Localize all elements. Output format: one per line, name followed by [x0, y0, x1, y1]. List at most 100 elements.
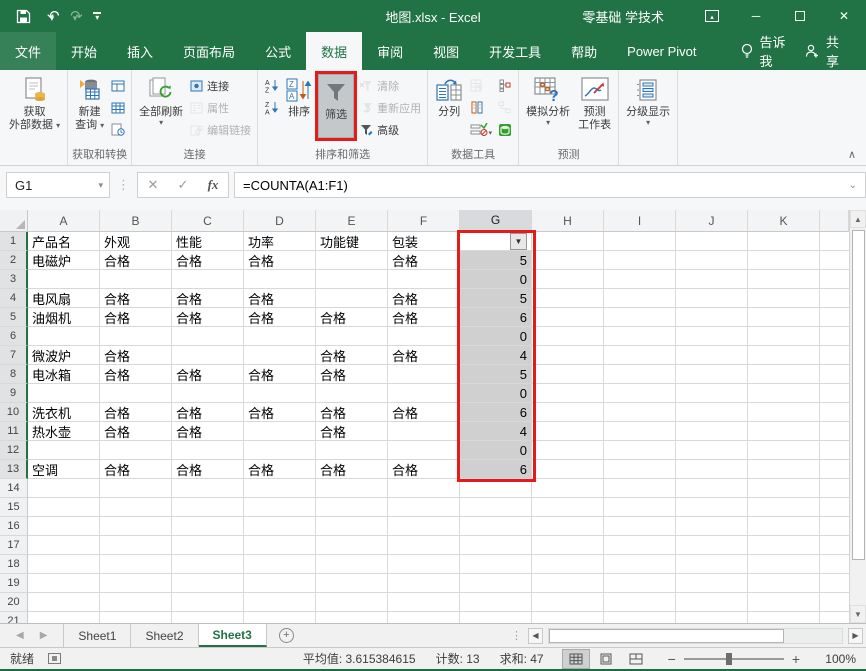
cell-E10[interactable]: 合格 — [316, 403, 388, 422]
tab-开发工具[interactable]: 开发工具 — [474, 32, 556, 70]
cell-B15[interactable] — [100, 498, 172, 517]
cell-C18[interactable] — [172, 555, 244, 574]
cell-G12[interactable]: 0 — [460, 441, 532, 460]
cell-partial[interactable] — [820, 593, 849, 612]
account-user-name[interactable]: 零基础 学技术 — [582, 7, 664, 26]
cell-B16[interactable] — [100, 517, 172, 536]
cell-I19[interactable] — [604, 574, 676, 593]
zoom-slider-thumb[interactable] — [726, 653, 732, 665]
cell-I3[interactable] — [604, 270, 676, 289]
scroll-left-icon[interactable]: ◀ — [528, 628, 543, 644]
data-validation-button[interactable]: ▾ — [467, 120, 495, 139]
cell-C4[interactable]: 合格 — [172, 289, 244, 308]
forecast-sheet-button[interactable]: 预测 工作表 — [574, 73, 615, 132]
cell-F3[interactable] — [388, 270, 460, 289]
cell-partial[interactable] — [820, 498, 849, 517]
row-header-6[interactable]: 6 — [0, 327, 28, 346]
cell-A10[interactable]: 洗衣机 — [28, 403, 100, 422]
cell-H7[interactable] — [532, 346, 604, 365]
cell-C19[interactable] — [172, 574, 244, 593]
row-header-7[interactable]: 7 — [0, 346, 28, 365]
cell-C16[interactable] — [172, 517, 244, 536]
tab-开始[interactable]: 开始 — [56, 32, 112, 70]
cell-E1[interactable]: 功能键 — [316, 232, 388, 251]
cell-D21[interactable] — [244, 612, 316, 623]
cell-H21[interactable] — [532, 612, 604, 623]
cell-B13[interactable]: 合格 — [100, 460, 172, 479]
cell-partial[interactable] — [820, 327, 849, 346]
splitter-dots-icon[interactable]: ⋮ — [511, 629, 523, 642]
cell-A21[interactable] — [28, 612, 100, 623]
cell-F20[interactable] — [388, 593, 460, 612]
cell-J11[interactable] — [676, 422, 748, 441]
page-layout-view-button[interactable] — [592, 649, 620, 669]
tell-me-button[interactable]: 告诉我 — [726, 32, 805, 70]
ribbon-display-options-icon[interactable]: ▴ — [690, 0, 734, 32]
text-to-columns-button[interactable]: 分列 — [431, 73, 467, 119]
cell-G3[interactable]: 0 — [460, 270, 532, 289]
cell-J13[interactable] — [676, 460, 748, 479]
cell-K17[interactable] — [748, 536, 820, 555]
cell-partial[interactable] — [820, 251, 849, 270]
cell-G9[interactable]: 0 — [460, 384, 532, 403]
cell-H20[interactable] — [532, 593, 604, 612]
cell-D4[interactable]: 合格 — [244, 289, 316, 308]
cell-J2[interactable] — [676, 251, 748, 270]
cell-I4[interactable] — [604, 289, 676, 308]
cell-B1[interactable]: 外观 — [100, 232, 172, 251]
next-sheet-icon[interactable]: ▶ — [40, 630, 48, 641]
cell-K3[interactable] — [748, 270, 820, 289]
cell-E11[interactable]: 合格 — [316, 422, 388, 441]
new-sheet-button[interactable]: + — [267, 624, 306, 647]
cell-J8[interactable] — [676, 365, 748, 384]
cell-K1[interactable] — [748, 232, 820, 251]
cell-E12[interactable] — [316, 441, 388, 460]
cell-F16[interactable] — [388, 517, 460, 536]
cell-C6[interactable] — [172, 327, 244, 346]
cell-I13[interactable] — [604, 460, 676, 479]
sheet-tab-Sheet1[interactable]: Sheet1 — [64, 624, 131, 647]
tab-插入[interactable]: 插入 — [112, 32, 168, 70]
cell-E13[interactable]: 合格 — [316, 460, 388, 479]
cell-E8[interactable]: 合格 — [316, 365, 388, 384]
formula-input[interactable]: =COUNTA(A1:F1) ⌄ — [234, 172, 866, 198]
cell-G1[interactable]: ▼ — [460, 232, 532, 251]
cell-F19[interactable] — [388, 574, 460, 593]
row-header-18[interactable]: 18 — [0, 555, 28, 574]
cell-I15[interactable] — [604, 498, 676, 517]
row-header-15[interactable]: 15 — [0, 498, 28, 517]
cell-F17[interactable] — [388, 536, 460, 555]
sheet-tab-Sheet3[interactable]: Sheet3 — [199, 624, 267, 647]
cell-J7[interactable] — [676, 346, 748, 365]
cell-I7[interactable] — [604, 346, 676, 365]
row-header-11[interactable]: 11 — [0, 422, 28, 441]
cell-K12[interactable] — [748, 441, 820, 460]
row-header-2[interactable]: 2 — [0, 251, 28, 270]
cell-A13[interactable]: 空调 — [28, 460, 100, 479]
cell-D1[interactable]: 功率 — [244, 232, 316, 251]
cell-K10[interactable] — [748, 403, 820, 422]
cell-B14[interactable] — [100, 479, 172, 498]
cell-C13[interactable]: 合格 — [172, 460, 244, 479]
cell-F18[interactable] — [388, 555, 460, 574]
cell-I12[interactable] — [604, 441, 676, 460]
tab-页面布局[interactable]: 页面布局 — [168, 32, 250, 70]
cell-E3[interactable] — [316, 270, 388, 289]
cell-E7[interactable]: 合格 — [316, 346, 388, 365]
consolidate-button[interactable] — [495, 76, 515, 95]
minimize-button[interactable]: ─ — [734, 0, 778, 32]
macro-record-icon[interactable] — [48, 653, 61, 664]
expand-formula-bar-icon[interactable]: ⌄ — [849, 180, 857, 191]
cell-G10[interactable]: 6 — [460, 403, 532, 422]
cell-B21[interactable] — [100, 612, 172, 623]
row-header-16[interactable]: 16 — [0, 517, 28, 536]
cell-J18[interactable] — [676, 555, 748, 574]
column-header-G[interactable]: G — [460, 210, 532, 232]
cell-K15[interactable] — [748, 498, 820, 517]
column-header-A[interactable]: A — [28, 210, 100, 232]
recent-sources-button[interactable] — [108, 120, 128, 139]
cell-D5[interactable]: 合格 — [244, 308, 316, 327]
cell-G4[interactable]: 5 — [460, 289, 532, 308]
cell-K9[interactable] — [748, 384, 820, 403]
cell-I1[interactable] — [604, 232, 676, 251]
